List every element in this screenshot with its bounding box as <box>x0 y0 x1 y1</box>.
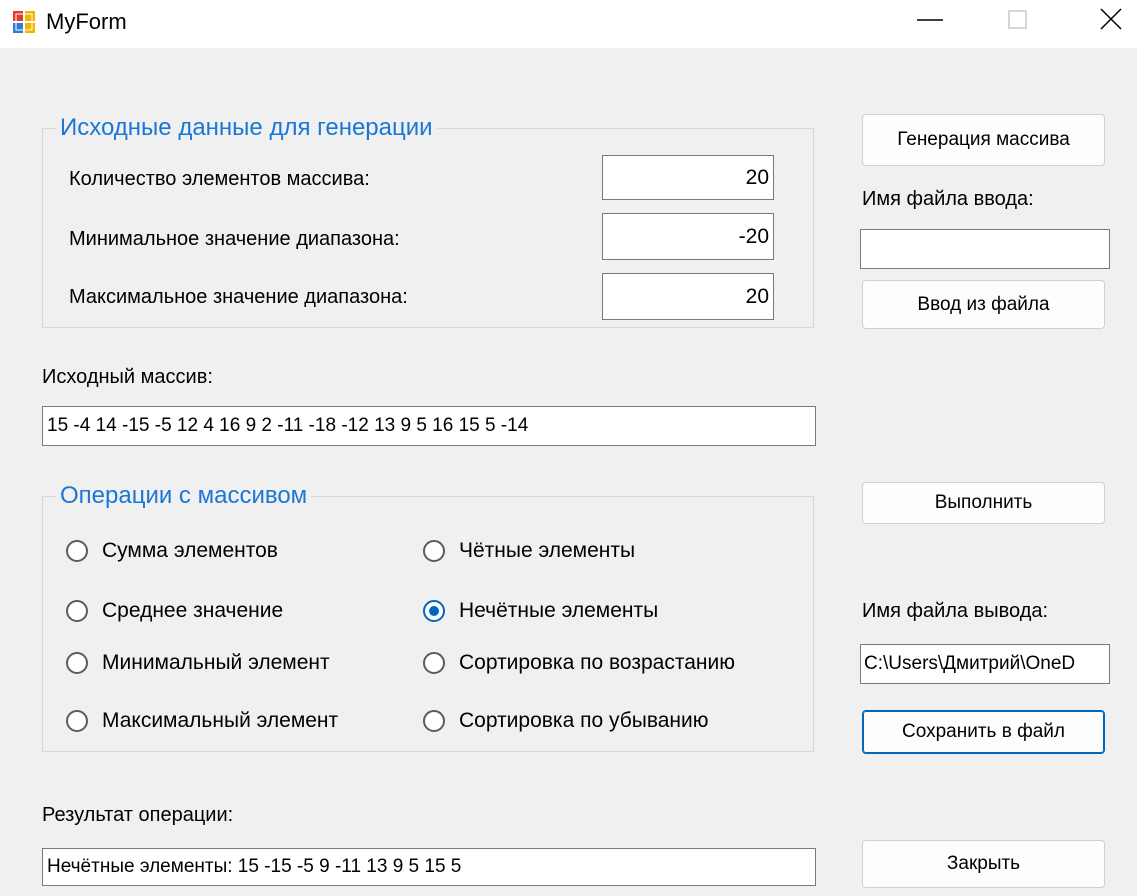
output-file-field[interactable] <box>860 644 1110 684</box>
input-file-field[interactable] <box>860 229 1110 269</box>
min-label: Минимальное значение диапазона: <box>69 228 400 250</box>
maximize-icon <box>1008 10 1027 29</box>
radio-circle <box>423 710 445 732</box>
close-button[interactable]: Закрыть <box>862 840 1105 888</box>
title-bar: MyForm <box>0 0 1137 48</box>
source-array-field[interactable] <box>42 406 816 446</box>
min-input[interactable] <box>602 213 774 260</box>
radio-sort-ascending[interactable]: Сортировка по возрастанию <box>423 648 735 678</box>
window-title: MyForm <box>46 9 127 34</box>
radio-label: Нечётные элементы <box>459 599 659 622</box>
app-icon <box>13 11 35 33</box>
max-input[interactable] <box>602 273 774 320</box>
operations-group-title: Операции с массивом <box>56 482 312 510</box>
radio-circle <box>66 600 88 622</box>
input-file-label: Имя файла ввода: <box>862 188 1034 210</box>
radio-circle <box>66 710 88 732</box>
source-array-label: Исходный массив: <box>42 366 213 388</box>
radio-circle <box>423 652 445 674</box>
radio-circle-checked <box>423 600 445 622</box>
maximize-button[interactable] <box>995 0 1041 40</box>
load-from-file-button[interactable]: Ввод из файла <box>862 280 1105 329</box>
close-icon <box>1100 8 1122 30</box>
radio-circle <box>66 540 88 562</box>
radio-sort-descending[interactable]: Сортировка по убыванию <box>423 706 709 736</box>
count-input[interactable] <box>602 155 774 200</box>
radio-even-elements[interactable]: Чётные элементы <box>423 536 635 566</box>
minimize-button[interactable] <box>907 0 953 40</box>
radio-label: Сумма элементов <box>102 539 278 562</box>
radio-odd-elements[interactable]: Нечётные элементы <box>423 596 658 626</box>
radio-label: Сортировка по возрастанию <box>459 651 735 674</box>
output-file-label: Имя файла вывода: <box>862 600 1049 622</box>
max-label: Максимальное значение диапазона: <box>69 286 408 308</box>
radio-label: Максимальный элемент <box>102 709 339 732</box>
radio-circle <box>66 652 88 674</box>
execute-button[interactable]: Выполнить <box>862 482 1105 524</box>
radio-min-element[interactable]: Минимальный элемент <box>66 648 330 678</box>
minimize-icon <box>917 19 943 21</box>
radio-sum[interactable]: Сумма элементов <box>66 536 278 566</box>
close-window-button[interactable] <box>1087 0 1133 40</box>
radio-average[interactable]: Среднее значение <box>66 596 283 626</box>
radio-label: Чётные элементы <box>459 539 636 562</box>
radio-label: Сортировка по убыванию <box>459 709 709 732</box>
save-to-file-button[interactable]: Сохранить в файл <box>862 710 1105 754</box>
result-field[interactable] <box>42 848 816 886</box>
radio-label: Среднее значение <box>102 599 284 622</box>
radio-circle <box>423 540 445 562</box>
generate-array-button[interactable]: Генерация массива <box>862 114 1105 166</box>
result-label: Результат операции: <box>42 804 234 826</box>
radio-label: Минимальный элемент <box>102 651 330 674</box>
radio-max-element[interactable]: Максимальный элемент <box>66 706 338 736</box>
source-data-group-title: Исходные данные для генерации <box>56 114 437 142</box>
count-label: Количество элементов массива: <box>69 168 370 190</box>
